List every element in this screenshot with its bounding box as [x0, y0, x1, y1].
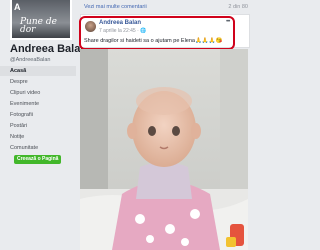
nav-item-events[interactable]: Evenimente [0, 99, 76, 109]
page-name-text: Andreea Balan [10, 43, 88, 55]
nav-item-home[interactable]: Acasă [0, 66, 76, 76]
comment-count: 2 din 80 [228, 4, 248, 10]
create-page-button[interactable]: Creează o Pagină [14, 155, 62, 164]
left-sidebar: A Pune de dor Andreea Balan✓ @AndreeaBal… [0, 0, 99, 250]
nav-item-notes[interactable]: Notițe [0, 132, 76, 142]
profile-monogram: A [14, 2, 21, 12]
post-photo[interactable] [80, 49, 248, 250]
nav-item-about[interactable]: Despre [0, 77, 76, 87]
nav-item-videos[interactable]: Clipuri video [0, 88, 76, 98]
nav-item-photos[interactable]: Fotografii [0, 110, 76, 120]
profile-picture[interactable]: A Pune de dor [10, 0, 72, 40]
nav-item-community[interactable]: Comunitate [0, 143, 76, 153]
nav-item-posts[interactable]: Postări [0, 121, 76, 131]
profile-cover-text: Pune de dor [20, 17, 57, 35]
child-photo-illustration [80, 49, 248, 250]
page-handle: @AndreeaBalan [10, 57, 51, 63]
highlight-box [79, 16, 235, 50]
facebook-page: A Pune de dor Andreea Balan✓ @AndreeaBal… [0, 0, 250, 250]
comments-bar: Vezi mai multe comentarii 2 din 80 [80, 0, 250, 14]
page-navigation: Acasă Despre Clipuri video Evenimente Fo… [0, 66, 76, 154]
more-comments-link[interactable]: Vezi mai multe comentarii [84, 4, 147, 10]
